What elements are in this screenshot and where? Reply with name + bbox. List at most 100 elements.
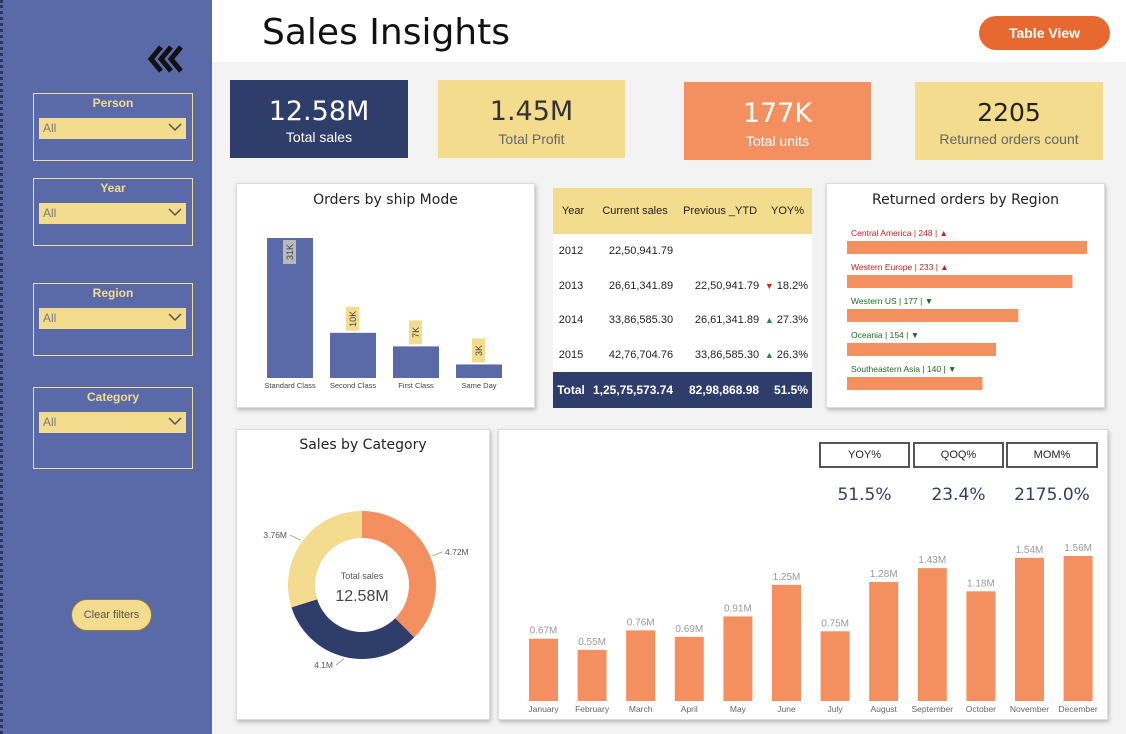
donut-slice-label: 3.76M <box>263 530 287 540</box>
year-dropdown[interactable]: All <box>39 203 186 224</box>
column-header[interactable]: Current sales <box>593 188 678 234</box>
ship-mode-category-label: Same Day <box>461 381 496 390</box>
chevron-down-icon <box>168 208 182 217</box>
column-header[interactable]: Previous _YTD <box>677 188 764 234</box>
monthly-bar <box>966 591 996 701</box>
donut-slice-label: 4.72M <box>445 547 469 557</box>
trend-up-icon: ▲ <box>764 349 774 360</box>
month-label: December <box>1058 704 1097 714</box>
monthly-sales-panel: YOY% QOQ% MOM% 51.5% 23.4% 2175.0% 0.67M… <box>498 429 1108 720</box>
table-header-row: Year Current sales Previous _YTD YOY% <box>553 188 812 234</box>
monthly-sales-chart: 0.67M January 0.55M February 0.76M March 0.69M… <box>528 543 1097 714</box>
table-row: 2012 22,50,941.79 <box>553 234 812 269</box>
ship-mode-category-label: Second Class <box>330 381 377 390</box>
ship-mode-data-label-group: 31K <box>283 240 296 264</box>
monthly-bar <box>529 638 558 701</box>
slicer-title: Category <box>86 390 139 404</box>
yoy-value: 27.3% <box>776 314 808 327</box>
region-bar <box>847 309 1019 322</box>
ship-mode-panel: Orders by ship Mode 31K Standard Class 10K… <box>236 183 535 408</box>
category-dropdown[interactable]: All <box>39 412 186 433</box>
page-title: Sales Insights <box>262 12 510 53</box>
monthly-data-label: 0.69M <box>675 624 703 635</box>
yoy-cell: ▲ 26.3% <box>763 338 812 373</box>
ship-mode-data-label-group: 7K <box>409 320 422 345</box>
monthly-bar <box>772 584 801 701</box>
month-label: November <box>1010 704 1049 714</box>
clear-filters-button[interactable]: Clear filters <box>71 599 152 631</box>
dropdown-value: All <box>43 311 57 325</box>
chevron-down-icon <box>168 417 182 426</box>
current-cell: 26,61,341.89 <box>608 279 674 292</box>
year-cell: 2012 <box>558 245 584 258</box>
total-previous: 82,98,868.98 <box>677 372 764 408</box>
donut-slice-label: 4.1M <box>314 660 333 670</box>
column-header[interactable]: YOY% <box>763 188 812 234</box>
table-view-button[interactable]: Table View <box>979 16 1110 50</box>
previous-cell: 26,61,341.89 <box>694 314 760 327</box>
month-label: May <box>730 704 747 714</box>
donut-slice <box>291 599 415 659</box>
month-label: March <box>629 704 653 714</box>
monthly-bar <box>723 616 753 701</box>
kpi-label: Total units <box>745 133 810 149</box>
yoy-cell <box>763 234 812 269</box>
month-label: April <box>681 704 698 714</box>
region-bar <box>847 275 1073 288</box>
slicer-title: Person <box>92 96 134 110</box>
person-dropdown[interactable]: All <box>39 118 186 139</box>
ship-mode-bar <box>393 346 439 378</box>
region-bar <box>847 241 1087 254</box>
trend-down-icon: ▼ <box>764 280 774 291</box>
previous-cell: 33,86,585.30 <box>694 348 760 361</box>
region-dropdown[interactable]: All <box>39 308 186 329</box>
back-chevrons-icon[interactable] <box>147 44 187 74</box>
column-header[interactable]: Year <box>553 188 593 234</box>
monthly-data-label: 0.55M <box>578 637 606 648</box>
kpi-total-sales: 12.58M Total sales <box>230 80 408 158</box>
slicer-title: Year <box>100 181 126 195</box>
year-cell: 2015 <box>558 348 584 361</box>
yoy-value: 18.2% <box>776 279 808 292</box>
region-label: Central America | 248 | ▲ <box>851 228 948 238</box>
monthly-data-label: 0.75M <box>821 618 849 629</box>
slicer-year: Year All <box>33 178 193 246</box>
total-current: 1,25,75,573.74 <box>593 372 678 408</box>
yoy-table: Year Current sales Previous _YTD YOY% 20… <box>553 188 812 408</box>
monthly-data-label: 1.25M <box>773 572 801 583</box>
sales-category-panel: Sales by Category Total sales 12.58M 4.7… <box>236 429 490 720</box>
table-row: 2014 33,86,585.30 26,61,341.89 ▲ 27.3% <box>553 303 812 338</box>
donut-center-value: 12.58M <box>335 588 388 605</box>
monthly-data-label: 1.43M <box>918 555 946 566</box>
monthly-data-label: 1.28M <box>870 569 898 580</box>
dropdown-value: All <box>43 121 57 135</box>
previous-cell: 22,50,941.79 <box>694 279 760 292</box>
region-label: Southeastern Asia | 140 | ▼ <box>851 364 956 374</box>
monthly-bar <box>820 631 850 701</box>
current-cell: 42,76,704.76 <box>608 348 674 361</box>
ship-mode-bar <box>330 332 376 378</box>
monthly-data-label: 0.76M <box>627 617 655 628</box>
month-label: October <box>966 704 996 714</box>
trend-up-icon: ▲ <box>764 315 774 326</box>
kpi-value: 1.45M <box>489 96 574 127</box>
current-cell: 33,86,585.30 <box>608 314 674 327</box>
kpi-value: 2205 <box>977 98 1041 127</box>
returned-region-panel: Returned orders by Region Central Americ… <box>826 183 1105 408</box>
region-label: Western US | 177 | ▼ <box>851 296 933 306</box>
donut-leader-line <box>335 658 345 666</box>
ship-mode-category-label: First Class <box>398 381 434 390</box>
sidebar: Person All Year All Region All Category … <box>0 0 212 734</box>
month-label: June <box>777 704 796 714</box>
yoy-value: 26.3% <box>776 348 808 361</box>
chevron-down-icon <box>168 123 182 132</box>
monthly-data-label: 1.54M <box>1016 545 1044 556</box>
donut-leader-line <box>432 551 443 557</box>
kpi-value: 12.58M <box>268 96 370 127</box>
dropdown-value: All <box>43 415 57 429</box>
header: Sales Insights Table View <box>212 0 1126 62</box>
monthly-data-label: 0.67M <box>530 626 558 637</box>
month-label: February <box>575 704 610 714</box>
kpi-label: Total Profit <box>498 131 565 147</box>
slicer-person: Person All <box>33 93 193 161</box>
